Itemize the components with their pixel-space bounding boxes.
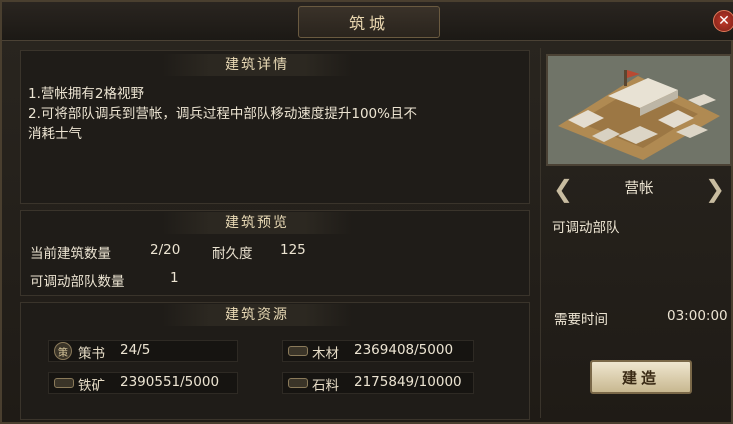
army-count-value: 1 <box>170 270 179 286</box>
resources-header: 建筑资源 <box>162 304 352 326</box>
build-button[interactable]: 建造 <box>590 360 692 394</box>
preview-header: 建筑预览 <box>162 212 352 234</box>
resource-label: 石料 <box>312 378 339 394</box>
next-building-button[interactable]: ❯ <box>704 172 726 206</box>
build-count-value: 2/20 <box>150 242 181 258</box>
durability-value: 125 <box>280 242 306 258</box>
build-count-label: 当前建筑数量 <box>30 246 111 262</box>
details-line-2: 2.可将部队调兵到营帐，调兵过程中部队移动速度提升100%且不 <box>28 106 417 122</box>
building-name: 营帐 <box>624 181 654 197</box>
camp-illustration <box>548 56 730 164</box>
book-icon: 策 <box>54 342 72 360</box>
resource-value: 24/5 <box>120 342 151 358</box>
build-dialog: 筑城 ✕ 建筑详情 1.营帐拥有2格视野 2.可将部队调兵到营帐，调兵过程中部队… <box>0 0 733 424</box>
resource-value: 2369408/5000 <box>354 342 454 358</box>
iron-icon <box>54 378 74 388</box>
time-value: 03:00:00 <box>667 308 728 324</box>
details-line-1: 1.营帐拥有2格视野 <box>28 86 144 102</box>
resource-value: 2390551/5000 <box>120 374 220 390</box>
time-label: 需要时间 <box>554 312 608 328</box>
divider <box>540 48 541 418</box>
resource-label: 铁矿 <box>78 378 105 394</box>
building-description: 可调动部队 <box>552 220 620 236</box>
prev-building-button[interactable]: ❮ <box>552 172 574 206</box>
building-preview-image <box>546 54 732 166</box>
building-selector: ❮ 营帐 ❯ <box>546 172 732 206</box>
resource-label: 木材 <box>312 346 339 362</box>
close-icon: ✕ <box>718 13 730 29</box>
close-button[interactable]: ✕ <box>713 10 733 32</box>
wood-icon <box>288 346 308 356</box>
chevron-right-icon: ❯ <box>704 175 726 203</box>
title-bar: 筑城 ✕ <box>2 2 733 41</box>
details-header: 建筑详情 <box>162 54 352 76</box>
details-text: 1.营帐拥有2格视野 2.可将部队调兵到营帐，调兵过程中部队移动速度提升100%… <box>28 84 528 144</box>
resource-label: 策书 <box>78 346 105 362</box>
resource-value: 2175849/10000 <box>354 374 462 390</box>
stone-icon <box>288 378 308 388</box>
durability-label: 耐久度 <box>212 246 253 262</box>
details-line-3: 消耗士气 <box>28 126 82 142</box>
army-count-label: 可调动部队数量 <box>30 274 125 290</box>
chevron-left-icon: ❮ <box>552 175 574 203</box>
dialog-title: 筑城 <box>298 6 440 38</box>
